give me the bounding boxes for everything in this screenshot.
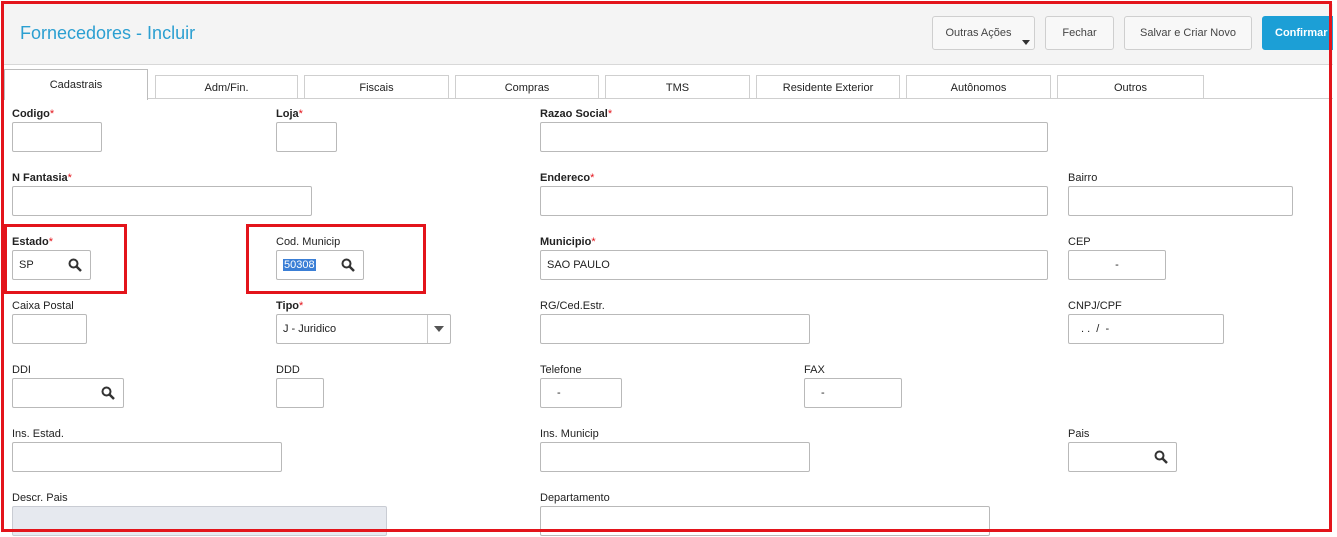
departamento-input[interactable]	[540, 506, 990, 536]
ddi-input[interactable]	[12, 378, 124, 408]
cep-label: CEP	[1068, 236, 1091, 248]
tab-outros[interactable]: Outros	[1057, 75, 1204, 99]
other-actions-button[interactable]: Outras Ações	[932, 16, 1035, 50]
ins-municip-label: Ins. Municip	[540, 428, 599, 440]
page-header: Fornecedores - Incluir Outras Ações Fech…	[4, 4, 1333, 65]
cod-municip-input[interactable]: 50308	[276, 250, 364, 280]
chevron-down-icon[interactable]	[427, 315, 450, 343]
bairro-label: Bairro	[1068, 172, 1098, 184]
cod-municip-label: Cod. Municip	[276, 236, 341, 248]
save-and-new-button[interactable]: Salvar e Criar Novo	[1124, 16, 1252, 50]
endereco-label: Endereco*	[540, 172, 595, 184]
cnpj-cpf-input[interactable]: . . / -	[1068, 314, 1224, 344]
rg-ced-estr-input[interactable]	[540, 314, 810, 344]
descr-pais-input	[12, 506, 387, 536]
caixa-postal-input[interactable]	[12, 314, 87, 344]
magnifier-icon[interactable]	[68, 258, 82, 272]
chevron-down-icon	[1022, 40, 1030, 45]
cnpj-cpf-label: CNPJ/CPF	[1068, 300, 1122, 312]
tipo-label: Tipo*	[276, 300, 304, 312]
estado-label: Estado*	[12, 236, 53, 248]
codigo-input[interactable]	[12, 122, 102, 152]
tab-fiscais[interactable]: Fiscais	[304, 75, 449, 99]
fax-input[interactable]: -	[804, 378, 902, 408]
loja-input[interactable]	[276, 122, 337, 152]
razao-social-input[interactable]	[540, 122, 1048, 152]
tipo-select[interactable]: J - Juridico	[276, 314, 451, 344]
municipio-label: Municipio*	[540, 236, 596, 248]
page-title: Fornecedores - Incluir	[20, 23, 196, 43]
loja-label: Loja*	[276, 108, 303, 120]
tab-autonomos[interactable]: Autônomos	[906, 75, 1051, 99]
tab-bar: Cadastrais Adm/Fin. Fiscais Compras TMS …	[4, 64, 1333, 100]
departamento-label: Departamento	[540, 492, 610, 504]
tab-compras[interactable]: Compras	[455, 75, 599, 99]
confirm-button[interactable]: Confirmar	[1262, 16, 1333, 50]
n-fantasia-input[interactable]	[12, 186, 312, 216]
descr-pais-label: Descr. Pais	[12, 492, 68, 504]
razao-social-label: Razao Social*	[540, 108, 613, 120]
fax-label: FAX	[804, 364, 825, 376]
estado-input[interactable]: SP	[12, 250, 91, 280]
caixa-postal-label: Caixa Postal	[12, 300, 74, 312]
telefone-input[interactable]: -	[540, 378, 622, 408]
ins-estad-input[interactable]	[12, 442, 282, 472]
magnifier-icon[interactable]	[1154, 450, 1168, 464]
tab-residente-exterior[interactable]: Residente Exterior	[756, 75, 900, 99]
pais-label: Pais	[1068, 428, 1090, 440]
ddi-label: DDI	[12, 364, 31, 376]
ins-municip-input[interactable]	[540, 442, 810, 472]
close-button[interactable]: Fechar	[1045, 16, 1114, 50]
ddd-input[interactable]	[276, 378, 324, 408]
codigo-label: Codigo*	[12, 108, 55, 120]
rg-ced-estr-label: RG/Ced.Estr.	[540, 300, 605, 312]
municipio-input[interactable]: SAO PAULO	[540, 250, 1048, 280]
endereco-input[interactable]	[540, 186, 1048, 216]
tab-adm-fin[interactable]: Adm/Fin.	[155, 75, 298, 99]
telefone-label: Telefone	[540, 364, 582, 376]
cep-input[interactable]: -	[1068, 250, 1166, 280]
magnifier-icon[interactable]	[341, 258, 355, 272]
tab-divider	[148, 98, 1333, 99]
tab-cadastrais[interactable]: Cadastrais	[4, 69, 148, 100]
pais-input[interactable]	[1068, 442, 1177, 472]
bairro-input[interactable]	[1068, 186, 1293, 216]
magnifier-icon[interactable]	[101, 386, 115, 400]
n-fantasia-label: N Fantasia*	[12, 172, 72, 184]
tab-tms[interactable]: TMS	[605, 75, 750, 99]
ddd-label: DDD	[276, 364, 300, 376]
ins-estad-label: Ins. Estad.	[12, 428, 64, 440]
